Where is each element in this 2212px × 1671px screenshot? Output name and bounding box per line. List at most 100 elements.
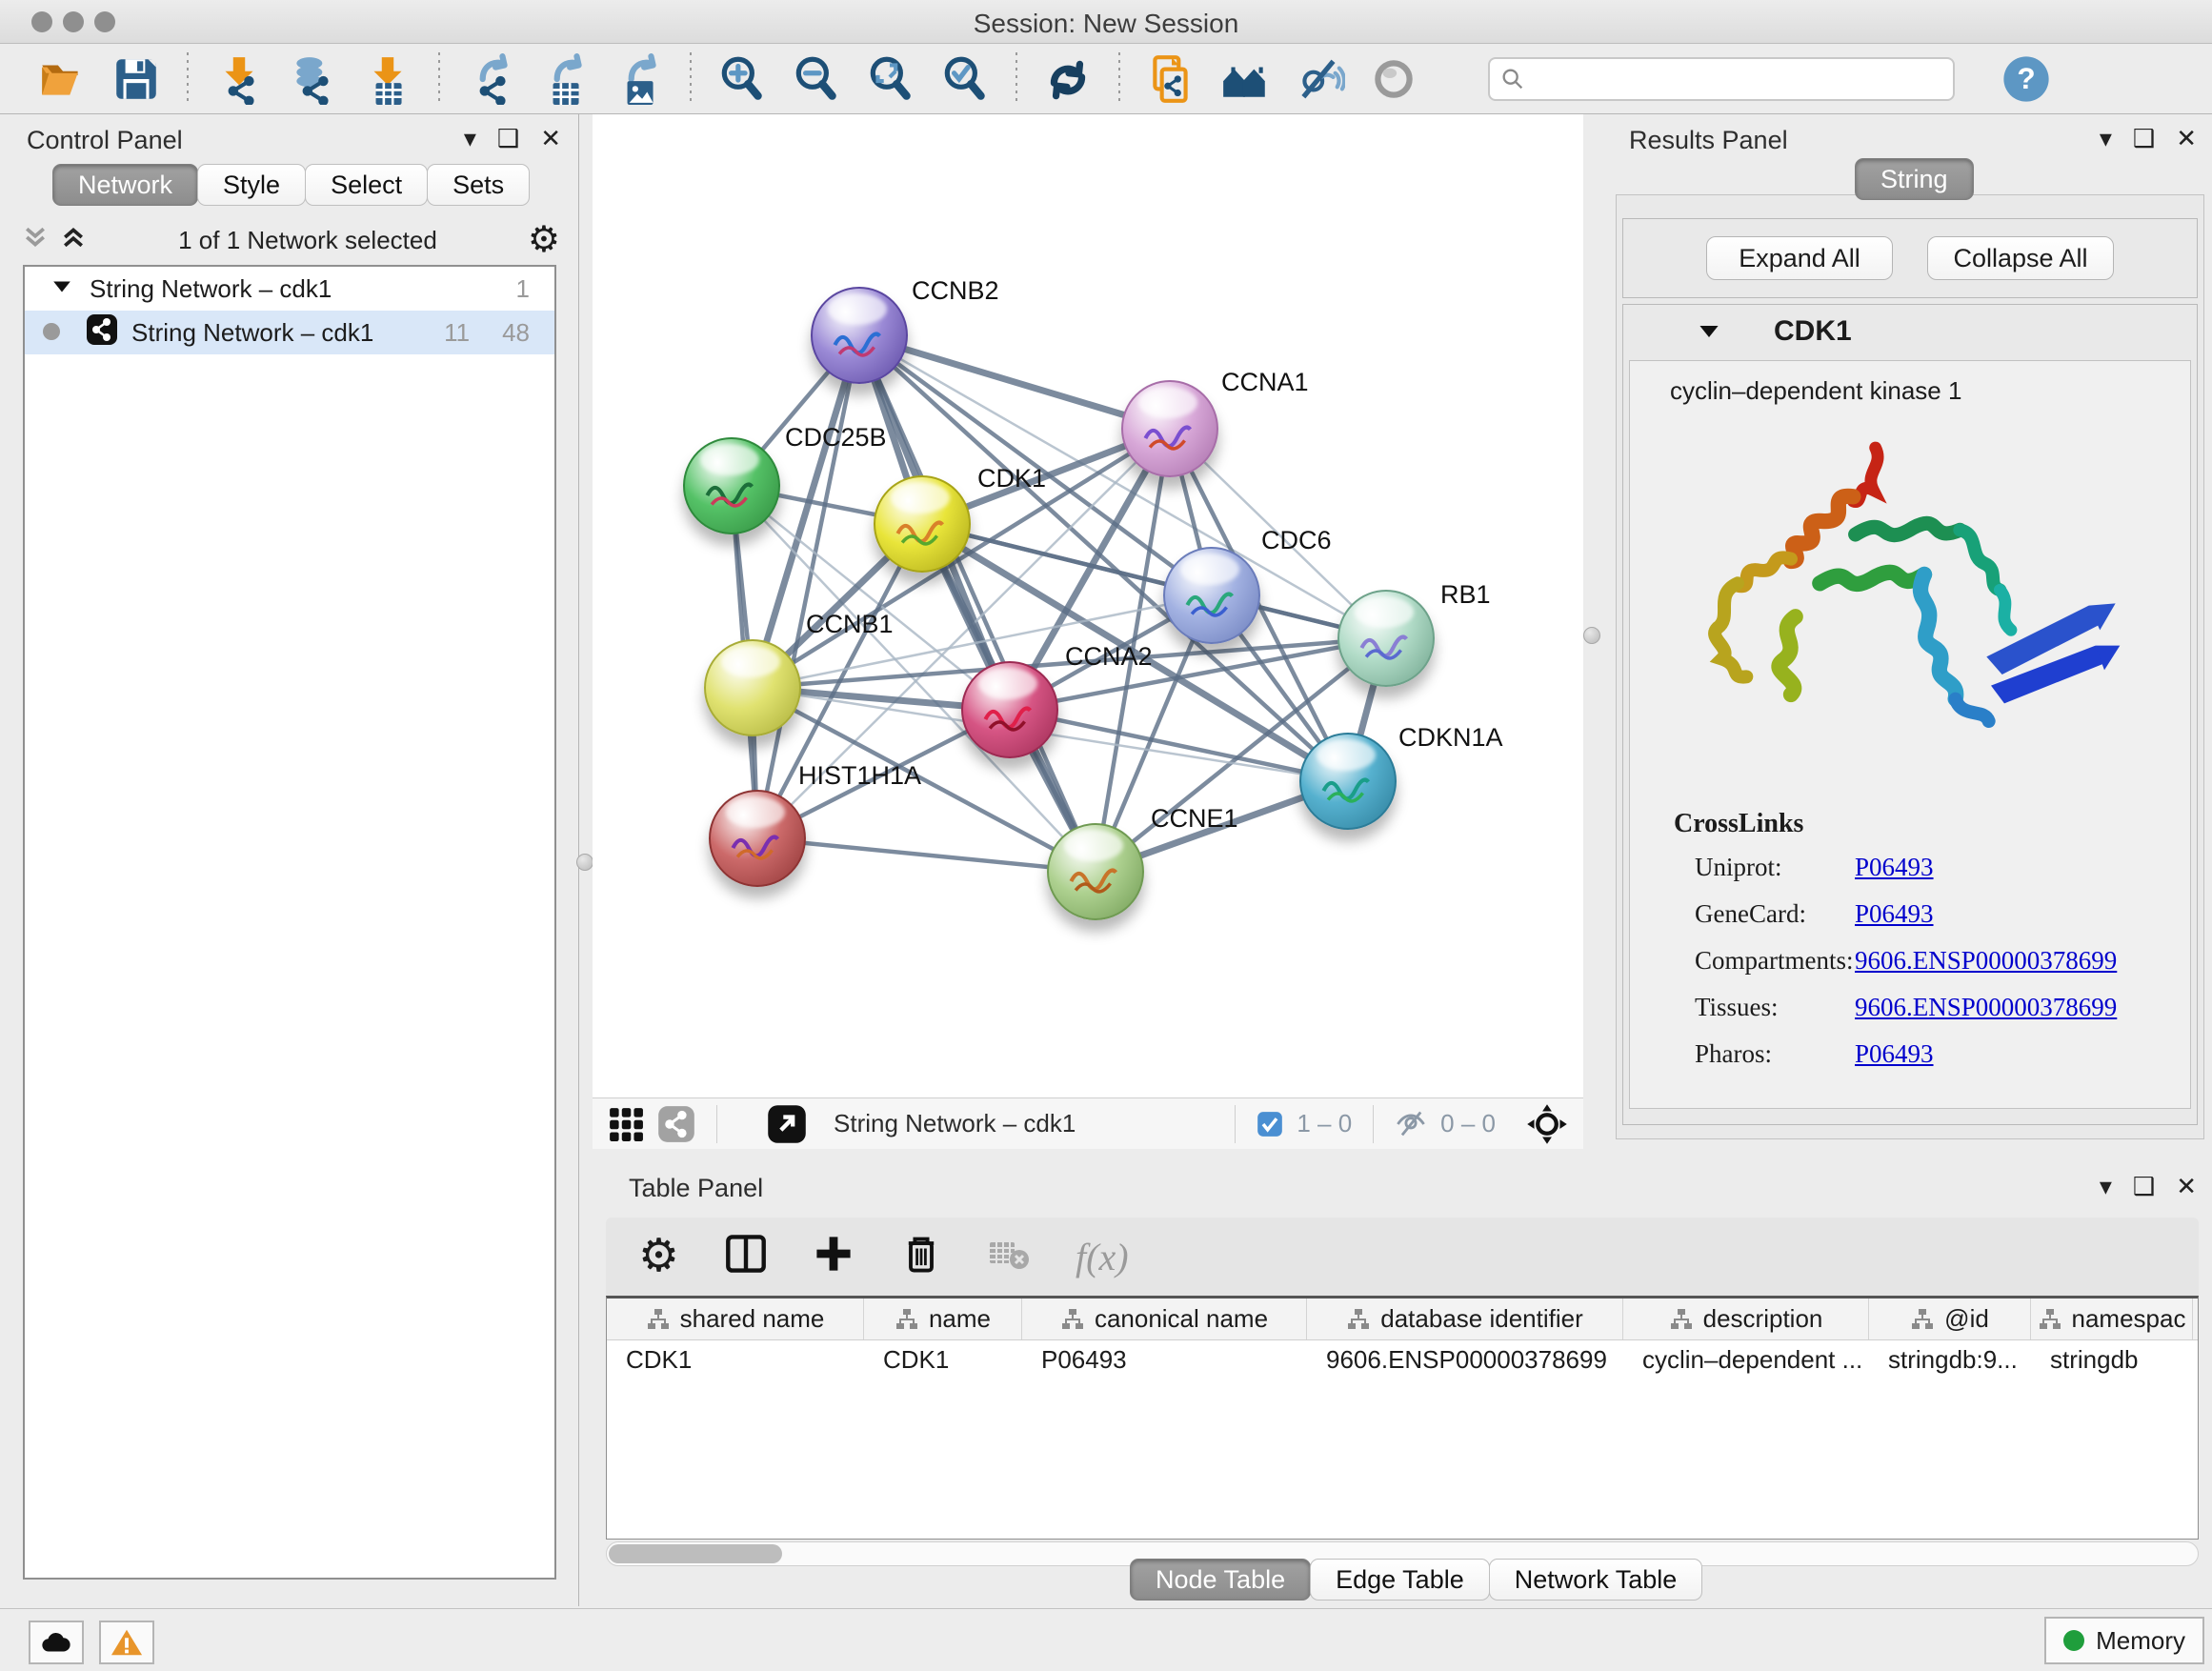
edge-CCNA2-CDKN1A[interactable] [1010, 710, 1348, 781]
save-session-button[interactable] [99, 49, 173, 110]
import-table-button[interactable] [351, 49, 425, 110]
export-network-button[interactable] [453, 49, 528, 110]
node-RB1[interactable] [1337, 590, 1435, 687]
tab-sets[interactable]: Sets [427, 164, 530, 206]
node-table[interactable]: shared namenamecanonical namedatabase id… [606, 1296, 2199, 1540]
node-CDK1[interactable] [874, 475, 971, 573]
glasses-hide-button[interactable] [1282, 49, 1357, 110]
create-column-icon[interactable] [813, 1233, 855, 1281]
cell-description[interactable]: cyclin–dependent ... [1623, 1340, 1869, 1379]
function-builder-icon[interactable]: f(x) [1076, 1235, 1129, 1279]
network-canvas[interactable]: CCNB2 CCNA1 CDC25B CDK1 CDC6 RB1CCNB1 CC… [593, 114, 1583, 1097]
node-CCNB1[interactable] [704, 639, 801, 736]
panel-menu-icon[interactable]: ▾ [464, 126, 476, 151]
string-home-button[interactable] [1208, 49, 1282, 110]
search-box[interactable] [1488, 57, 1955, 101]
column-header-description[interactable]: description [1623, 1299, 1869, 1339]
zoom-in-button[interactable] [705, 49, 779, 110]
cell-@id[interactable]: stringdb:9... [1869, 1340, 2031, 1379]
detach-view-icon[interactable] [767, 1104, 807, 1144]
cell-canonical-name[interactable]: P06493 [1022, 1340, 1307, 1379]
float-panel-icon[interactable]: ❑ [497, 126, 519, 151]
cell-namespac[interactable]: stringdb [2031, 1340, 2193, 1379]
node-structure-glyph [889, 501, 956, 557]
export-image-button[interactable] [602, 49, 676, 110]
node-CCNB2[interactable] [811, 287, 908, 384]
open-session-button[interactable] [25, 49, 99, 110]
cell-name[interactable]: CDK1 [864, 1340, 1022, 1379]
collapse-all-button[interactable]: Collapse All [1927, 236, 2114, 280]
tab-string[interactable]: String [1855, 158, 1974, 200]
panel-menu-icon[interactable]: ▾ [2100, 126, 2112, 151]
expand-all-networks-icon[interactable] [59, 223, 88, 258]
float-panel-icon[interactable]: ❑ [2133, 126, 2155, 151]
column-header-canonical-name[interactable]: canonical name [1022, 1299, 1307, 1339]
node-CCNA1[interactable] [1121, 380, 1218, 477]
close-panel-icon[interactable]: ✕ [540, 126, 561, 151]
search-input[interactable] [1526, 60, 1943, 98]
crosslink-link[interactable]: 9606.ENSP00000378699 [1855, 946, 2117, 976]
cell-database-identifier[interactable]: 9606.ENSP00000378699 [1307, 1340, 1623, 1379]
node-CDKN1A[interactable] [1299, 733, 1397, 830]
copy-network-button[interactable] [1134, 49, 1208, 110]
grid-view-icon[interactable] [608, 1106, 644, 1142]
tab-network-table[interactable]: Network Table [1489, 1559, 1703, 1601]
warning-button[interactable] [99, 1621, 154, 1664]
selected-checkbox-icon[interactable] [1257, 1111, 1283, 1137]
memory-button[interactable]: Memory [2044, 1617, 2204, 1664]
crosslink-link[interactable]: P06493 [1855, 1039, 1934, 1069]
node-CCNE1[interactable] [1047, 823, 1144, 920]
close-panel-icon[interactable]: ✕ [2176, 1174, 2197, 1198]
cell-shared-name[interactable]: CDK1 [607, 1340, 864, 1379]
left-splitter-grip[interactable] [576, 854, 593, 871]
collection-expander-icon[interactable] [51, 274, 72, 304]
delete-table-icon[interactable] [988, 1233, 1030, 1281]
birdseye-target-icon[interactable] [1526, 1103, 1568, 1145]
gene-section-header[interactable]: CDK1 [1623, 305, 2197, 358]
node-CCNA2[interactable] [961, 661, 1058, 758]
import-network-database-button[interactable] [276, 49, 351, 110]
network-row[interactable]: String Network – cdk1 11 48 [25, 311, 554, 354]
collapse-all-networks-icon[interactable] [21, 223, 50, 258]
delete-column-icon[interactable] [900, 1233, 942, 1281]
tab-style[interactable]: Style [197, 164, 306, 206]
tab-network[interactable]: Network [52, 164, 198, 206]
show-columns-icon[interactable] [725, 1233, 767, 1281]
cloud-status-button[interactable] [29, 1621, 84, 1664]
column-header-namespac[interactable]: namespac [2031, 1299, 2193, 1339]
node-CDC25B[interactable] [683, 437, 780, 534]
zoom-selected-button[interactable] [928, 49, 1002, 110]
tab-node-table[interactable]: Node Table [1130, 1559, 1311, 1601]
string-view-icon[interactable] [657, 1105, 695, 1143]
import-network-file-button[interactable] [202, 49, 276, 110]
table-settings-gear-icon[interactable]: ⚙ [638, 1234, 679, 1279]
crosslink-link[interactable]: P06493 [1855, 853, 1934, 882]
section-expander-icon[interactable] [1698, 320, 1720, 343]
column-header-shared-name[interactable]: shared name [607, 1299, 864, 1339]
column-header-database-identifier[interactable]: database identifier [1307, 1299, 1623, 1339]
zoom-out-button[interactable] [779, 49, 854, 110]
refresh-button[interactable] [1031, 49, 1105, 110]
crosslink-link[interactable]: P06493 [1855, 899, 1934, 929]
float-panel-icon[interactable]: ❑ [2133, 1174, 2155, 1198]
export-table-button[interactable] [528, 49, 602, 110]
inactive-sphere-button[interactable] [1357, 49, 1431, 110]
tab-select[interactable]: Select [305, 164, 428, 206]
node-CDC6[interactable] [1163, 547, 1260, 644]
column-header-name[interactable]: name [864, 1299, 1022, 1339]
network-collection-row[interactable]: String Network – cdk1 1 [25, 267, 554, 311]
expand-all-button[interactable]: Expand All [1706, 236, 1893, 280]
table-row[interactable]: CDK1CDK1P064939606.ENSP00000378699cyclin… [607, 1340, 2198, 1379]
close-panel-icon[interactable]: ✕ [2176, 126, 2197, 151]
node-HIST1H1A[interactable] [709, 790, 806, 887]
table-hscrollbar-thumb[interactable] [609, 1544, 782, 1563]
column-header-@id[interactable]: @id [1869, 1299, 2031, 1339]
help-button[interactable]: ? [1989, 49, 2063, 110]
network-options-gear-icon[interactable]: ⚙ [528, 222, 560, 258]
right-splitter-grip[interactable] [1583, 627, 1600, 644]
zoom-fit-button[interactable] [854, 49, 928, 110]
panel-menu-icon[interactable]: ▾ [2100, 1174, 2112, 1198]
crosslink-link[interactable]: 9606.ENSP00000378699 [1855, 993, 2117, 1022]
tab-edge-table[interactable]: Edge Table [1310, 1559, 1490, 1601]
hidden-eye-icon[interactable] [1395, 1108, 1427, 1140]
